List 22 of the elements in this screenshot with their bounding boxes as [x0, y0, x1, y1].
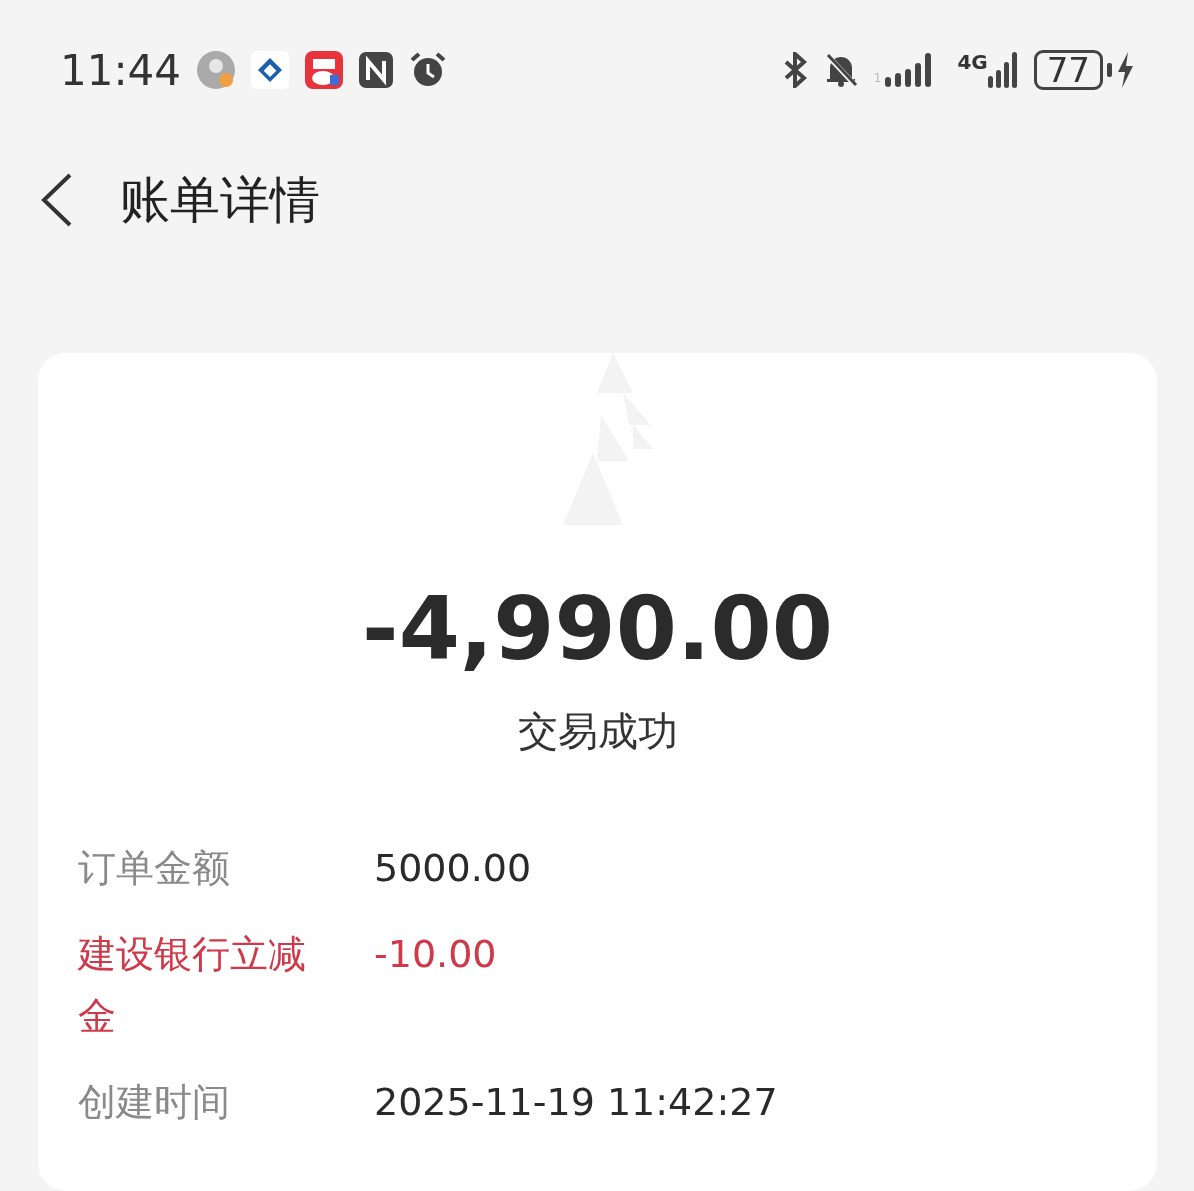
field-value: 5000.00 [374, 845, 532, 892]
status-time: 11:44 [60, 44, 182, 97]
field-value: -10.00 [374, 931, 497, 978]
page-title: 账单详情 [120, 169, 320, 231]
network-label: 4G [957, 52, 988, 72]
field-label: 订单金额 [78, 845, 231, 892]
charging-icon [1116, 52, 1134, 88]
battery-level: 77 [1033, 50, 1103, 90]
back-icon[interactable] [40, 172, 74, 228]
avatar-icon [197, 51, 236, 89]
alarm-icon [409, 51, 448, 89]
sim-label: 1 [873, 70, 882, 87]
amount: -4,990.00 [362, 577, 833, 680]
shopping-app-icon [305, 51, 344, 89]
field-label: 创建时间 [78, 1079, 231, 1126]
nfc-icon [359, 52, 394, 88]
bank-app-icon [251, 51, 290, 89]
field-value: 2025-11-19 11:42:27 [374, 1079, 778, 1126]
field-label: 建设银行立减金 [78, 931, 307, 1040]
signal-icon [987, 52, 1018, 88]
transaction-status: 交易成功 [517, 708, 678, 754]
battery-tip-icon [1107, 63, 1112, 77]
